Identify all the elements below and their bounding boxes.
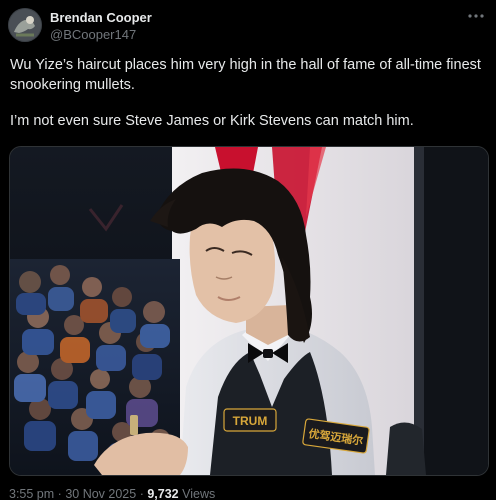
waistcoat-badge-trum: TRUM bbox=[233, 414, 268, 428]
snooker-player-photo: TRUM 优驾迈瑞尔 bbox=[10, 147, 488, 475]
author-block: Brendan Cooper @BCooper147 bbox=[50, 9, 152, 43]
tweet-time[interactable]: 3:55 pm bbox=[9, 487, 54, 500]
tweet-media-photo[interactable]: TRUM 优驾迈瑞尔 bbox=[9, 146, 489, 476]
views-count[interactable]: 9,732 bbox=[147, 487, 178, 500]
tweet-text-paragraph-2: I’m not even sure Steve James or Kirk St… bbox=[10, 113, 414, 129]
tweet-text-paragraph-1: Wu Yize’s haircut places him very high i… bbox=[10, 57, 481, 93]
views-label: Views bbox=[182, 487, 216, 500]
tweet-text: Wu Yize’s haircut places him very high i… bbox=[10, 55, 486, 147]
tweet-card: Brendan Cooper @BCooper147 Wu Yize’s hai… bbox=[0, 0, 496, 500]
more-horizontal-icon bbox=[468, 14, 484, 18]
meta-separator: · bbox=[139, 487, 144, 500]
avatar[interactable] bbox=[8, 8, 42, 42]
author-display-name[interactable]: Brendan Cooper bbox=[50, 9, 152, 26]
avatar-image bbox=[8, 8, 42, 42]
meta-separator: · bbox=[57, 487, 62, 500]
tweet-date[interactable]: 30 Nov 2025 bbox=[65, 487, 136, 500]
author-handle[interactable]: @BCooper147 bbox=[50, 26, 152, 43]
tweet-meta: 3:55 pm · 30 Nov 2025 · 9,732 Views bbox=[9, 487, 215, 500]
more-button[interactable] bbox=[466, 8, 486, 24]
